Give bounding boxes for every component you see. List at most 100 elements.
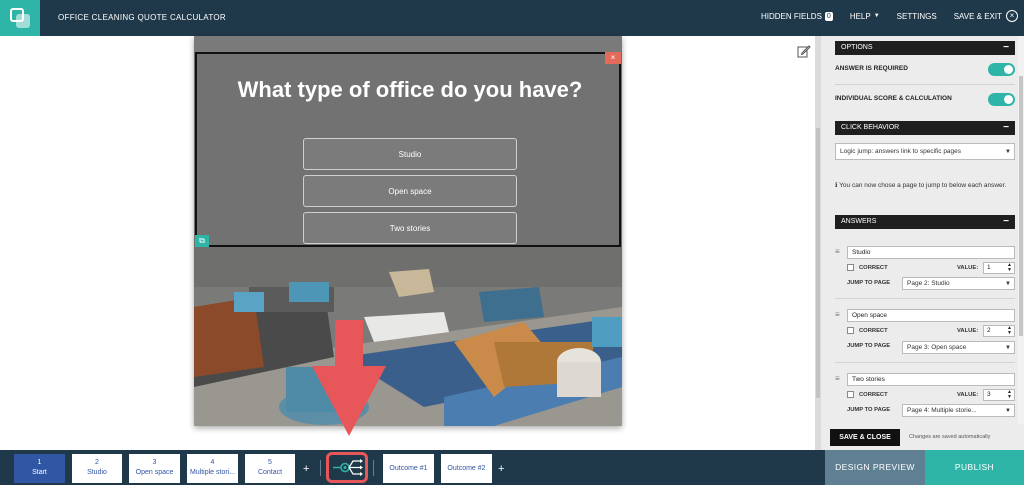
page-number: 5 bbox=[268, 459, 272, 466]
save-exit-label: SAVE & EXIT bbox=[953, 11, 1002, 21]
publish-button[interactable]: PUBLISH bbox=[925, 450, 1024, 485]
answer-required-toggle[interactable] bbox=[988, 63, 1015, 76]
page-label: Multiple stori... bbox=[189, 469, 236, 476]
spinner-icon: ▲ ▼ bbox=[1007, 325, 1012, 336]
correct-label: CORRECT bbox=[859, 328, 888, 334]
hidden-fields-button[interactable]: HIDDEN FIELDS 0 bbox=[761, 11, 833, 21]
jump-value: Page 2: Studio bbox=[907, 280, 950, 287]
settings-label: SETTINGS bbox=[896, 11, 937, 21]
question-title: What type of office do you have? bbox=[237, 77, 583, 102]
logic-flow-icon bbox=[333, 459, 363, 476]
add-outcome-icon[interactable]: + bbox=[498, 463, 504, 475]
value-label: VALUE: bbox=[957, 328, 979, 334]
value-number: 3 bbox=[987, 391, 991, 398]
answer-required-label: ANSWER IS REQUIRED bbox=[835, 65, 908, 72]
settings-panel: OPTIONS − ANSWER IS REQUIRED INDIVIDUAL … bbox=[815, 36, 1024, 450]
hidden-fields-label: HIDDEN FIELDS bbox=[761, 11, 822, 21]
edit-icon[interactable] bbox=[797, 44, 811, 61]
answer-text-input[interactable]: Two stories bbox=[847, 373, 1015, 386]
correct-checkbox[interactable] bbox=[847, 391, 854, 398]
autosave-text: Changes are saved automatically bbox=[909, 434, 991, 440]
divider bbox=[835, 298, 1015, 299]
question-block[interactable]: × What type of office do you have? Studi… bbox=[195, 52, 621, 247]
page-label: Start bbox=[32, 469, 47, 476]
info-text: ℹ You can now chose a page to jump to be… bbox=[835, 181, 1017, 190]
hidden-fields-count: 0 bbox=[824, 11, 833, 21]
design-preview-button[interactable]: DESIGN PREVIEW bbox=[825, 450, 925, 485]
add-page-icon[interactable]: + bbox=[303, 463, 309, 475]
page-number: 3 bbox=[152, 459, 157, 466]
individual-score-toggle[interactable] bbox=[988, 93, 1015, 106]
value-label: VALUE: bbox=[957, 265, 979, 271]
logo-icon[interactable] bbox=[0, 0, 40, 36]
chevron-down-icon: ▼ bbox=[1005, 344, 1011, 351]
value-stepper[interactable]: 3 ▲ ▼ bbox=[983, 389, 1015, 401]
correct-label: CORRECT bbox=[859, 265, 888, 271]
correct-label: CORRECT bbox=[859, 392, 888, 398]
settings-button[interactable]: SETTINGS bbox=[897, 12, 937, 21]
spinner-icon: ▲ ▼ bbox=[1007, 262, 1012, 273]
top-bar: OFFICE CLEANING QUOTE CALCULATOR HIDDEN … bbox=[0, 0, 1024, 36]
down-arrow-icon bbox=[312, 320, 386, 436]
answers-header[interactable]: ANSWERS − bbox=[835, 215, 1015, 229]
collapse-icon[interactable]: − bbox=[1003, 215, 1009, 229]
top-nav: HIDDEN FIELDS 0 HELP ▼ SETTINGS SAVE & E… bbox=[744, 10, 1018, 22]
drag-handle-icon[interactable]: ≡ bbox=[835, 374, 840, 383]
delete-block-icon[interactable]: × bbox=[605, 52, 621, 64]
jump-to-page-select[interactable]: Page 4: Multiple storie... ▼ bbox=[902, 404, 1015, 417]
page-tab-studio[interactable]: 2 Studio bbox=[72, 454, 122, 483]
correct-checkbox[interactable] bbox=[847, 327, 854, 334]
page-label: Studio bbox=[87, 469, 107, 476]
page-tab-start[interactable]: 1 Start bbox=[14, 454, 65, 483]
panel-scrollbar[interactable] bbox=[1018, 36, 1024, 424]
answers-header-label: ANSWERS bbox=[841, 218, 877, 225]
page-preview: × What type of office do you have? Studi… bbox=[194, 36, 622, 426]
info-message: You can now chose a page to jump to belo… bbox=[839, 182, 1007, 189]
page-tab-multiple-stories[interactable]: 4 Multiple stori... bbox=[187, 454, 238, 483]
jump-value: Page 3: Open space bbox=[907, 344, 967, 351]
answer-option-studio[interactable]: Studio bbox=[303, 138, 517, 170]
drag-handle-icon[interactable]: ≡ bbox=[835, 310, 840, 319]
jump-label: JUMP TO PAGE bbox=[847, 343, 891, 349]
value-stepper[interactable]: 2 ▲ ▼ bbox=[983, 325, 1015, 337]
app-title: OFFICE CLEANING QUOTE CALCULATOR bbox=[58, 13, 226, 22]
help-menu[interactable]: HELP ▼ bbox=[850, 12, 880, 21]
jump-to-page-select[interactable]: Page 2: Studio ▼ bbox=[902, 277, 1015, 290]
divider bbox=[835, 84, 1015, 85]
value-stepper[interactable]: 1 ▲ ▼ bbox=[983, 262, 1015, 274]
divider bbox=[835, 362, 1015, 363]
page-tab-open-space[interactable]: 3 Open space bbox=[129, 454, 180, 483]
jump-to-page-select[interactable]: Page 3: Open space ▼ bbox=[902, 341, 1015, 354]
click-behavior-select[interactable]: Logic jump: answers link to specific pag… bbox=[835, 143, 1015, 160]
options-header[interactable]: OPTIONS − bbox=[835, 41, 1015, 55]
save-exit-button[interactable]: SAVE & EXIT × bbox=[954, 10, 1018, 22]
answer-text-input[interactable]: Open space bbox=[847, 309, 1015, 322]
correct-checkbox[interactable] bbox=[847, 264, 854, 271]
page-number: 2 bbox=[95, 459, 99, 466]
drag-handle-icon[interactable]: ≡ bbox=[835, 247, 840, 256]
left-scrollbar[interactable] bbox=[815, 36, 821, 450]
separator bbox=[373, 460, 374, 476]
preview-top-strip bbox=[194, 36, 622, 52]
value-number: 2 bbox=[987, 327, 991, 334]
click-behavior-header-label: CLICK BEHAVIOR bbox=[841, 124, 900, 131]
separator bbox=[320, 460, 321, 476]
close-circle-icon: × bbox=[1006, 10, 1018, 22]
options-header-label: OPTIONS bbox=[841, 44, 873, 51]
answer-text-input[interactable]: Studio bbox=[847, 246, 1015, 259]
page-tab-contact[interactable]: 5 Contact bbox=[245, 454, 295, 483]
help-label: HELP bbox=[849, 11, 871, 21]
duplicate-block-icon[interactable]: ⧉ bbox=[195, 235, 209, 247]
chevron-down-icon: ▼ bbox=[1005, 407, 1011, 414]
save-close-button[interactable]: SAVE & CLOSE bbox=[830, 429, 900, 446]
click-behavior-header[interactable]: CLICK BEHAVIOR − bbox=[835, 121, 1015, 135]
outcome-tab-1[interactable]: Outcome #1 bbox=[383, 454, 434, 483]
collapse-icon[interactable]: − bbox=[1003, 121, 1009, 135]
answer-option-open-space[interactable]: Open space bbox=[303, 175, 517, 207]
chevron-down-icon: ▼ bbox=[1005, 148, 1011, 155]
outcome-tab-2[interactable]: Outcome #2 bbox=[441, 454, 492, 483]
answer-option-two-stories[interactable]: Two stories bbox=[303, 212, 517, 244]
collapse-icon[interactable]: − bbox=[1003, 41, 1009, 55]
jump-label: JUMP TO PAGE bbox=[847, 407, 891, 413]
logic-flow-button[interactable] bbox=[326, 452, 368, 483]
